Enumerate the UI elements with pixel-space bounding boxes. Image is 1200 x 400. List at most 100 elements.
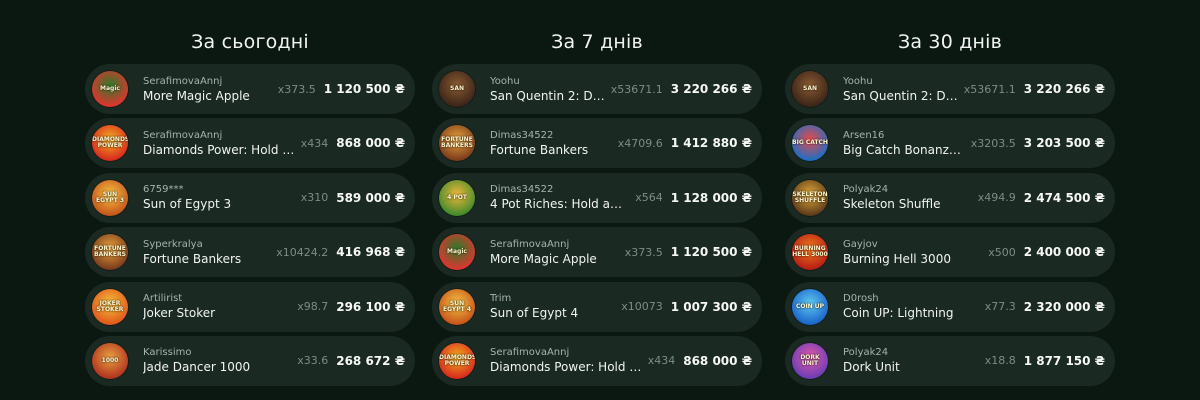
winner-row[interactable]: FORTUNE BANKERS Dimas34522 Fortune Banke… [432, 118, 762, 169]
game-thumbnail-icon[interactable]: DIAMONDS POWER [92, 125, 128, 162]
game-thumbnail-icon[interactable]: SUN EGYPT 3 [92, 179, 128, 216]
win-amount: 268 672 ₴ [336, 353, 405, 368]
game-thumbnail-logo: SUN EGYPT 4 [443, 299, 471, 313]
winner-row[interactable]: DORK UNIT Polyak24 Dork Unit x18.8 1 877… [785, 335, 1115, 386]
game-thumbnail-logo: 4 POT [447, 193, 467, 201]
winner-row[interactable]: COIN UP D0rosh Coin UP: Lightning x77.3 … [785, 281, 1115, 332]
game-thumbnail-icon[interactable]: FORTUNE BANKERS [439, 125, 475, 162]
game-name[interactable]: San Quentin 2: Death Row [490, 88, 605, 104]
winner-info: Artilirist Joker Stoker [143, 292, 291, 321]
winner-row[interactable]: 4 POT Dimas34522 4 Pot Riches: Hold and … [432, 172, 762, 223]
winner-row[interactable]: JOKER STOKER Artilirist Joker Stoker x98… [85, 281, 415, 332]
winner-row[interactable]: SKELETON SHUFFLE Polyak24 Skeleton Shuff… [785, 172, 1115, 223]
win-multiplier: x494.9 [977, 191, 1016, 205]
game-name[interactable]: Joker Stoker [143, 305, 291, 321]
winner-info: Yoohu San Quentin 2: Death Row [843, 75, 958, 104]
win-multiplier: x18.8 [984, 354, 1016, 368]
win-multiplier: x434 [300, 136, 329, 150]
game-thumbnail-icon[interactable]: BIG CATCH [792, 125, 828, 162]
winner-info: Syperkralya Fortune Bankers [143, 238, 270, 267]
column-30-days: За 30 днів SAN Yoohu San Quentin 2: Deat… [785, 0, 1115, 390]
winner-username: 6759*** [143, 184, 184, 196]
winner-row[interactable]: DIAMONDS POWER SerafimovaAnnj Diamonds P… [85, 118, 415, 169]
game-thumbnail-logo: JOKER STOKER [96, 299, 124, 313]
winner-row[interactable]: SAN Yoohu San Quentin 2: Death Row x5367… [785, 64, 1115, 114]
win-multiplier: x310 [300, 191, 329, 205]
winners-list: Magic SerafimovaAnnj More Magic Apple x3… [85, 64, 415, 386]
winner-info: SerafimovaAnnj More Magic Apple [490, 238, 619, 267]
winner-row[interactable]: SAN Yoohu San Quentin 2: Death Row x5367… [432, 64, 762, 114]
game-name[interactable]: San Quentin 2: Death Row [843, 88, 958, 104]
win-multiplier: x33.6 [297, 354, 329, 368]
game-thumbnail-icon[interactable]: SUN EGYPT 4 [439, 288, 475, 325]
winner-row[interactable]: Magic SerafimovaAnnj More Magic Apple x3… [432, 227, 762, 278]
game-name[interactable]: Dork Unit [843, 359, 979, 375]
game-thumbnail-icon[interactable]: SAN [439, 71, 475, 107]
win-multiplier: x373.5 [277, 82, 316, 96]
win-amount: 1 120 500 ₴ [323, 82, 405, 96]
winner-row[interactable]: BIG CATCH Arsen16 Big Catch Bonanza: Per… [785, 118, 1115, 169]
win-amount: 1 007 300 ₴ [670, 299, 752, 314]
game-thumbnail-logo: BURNING HELL 3000 [792, 245, 828, 259]
winner-row[interactable]: Magic SerafimovaAnnj More Magic Apple x3… [85, 64, 415, 114]
win-amount: 3 220 266 ₴ [1023, 82, 1105, 96]
game-thumbnail-icon[interactable]: DORK UNIT [792, 342, 828, 379]
win-multiplier: x373.5 [624, 245, 663, 259]
game-thumbnail-icon[interactable]: COIN UP [792, 288, 828, 325]
game-thumbnail-icon[interactable]: 1000 [92, 342, 128, 379]
winner-row[interactable]: 1000 Karissimo Jade Dancer 1000 x33.6 26… [85, 335, 415, 386]
game-thumbnail-icon[interactable]: BURNING HELL 3000 [792, 234, 828, 271]
winner-username: Trim [490, 293, 512, 305]
win-amount: 868 000 ₴ [336, 136, 405, 151]
winner-username: Gayjov [843, 238, 878, 250]
winner-username: SerafimovaAnnj [143, 129, 223, 141]
win-amount: 868 000 ₴ [683, 353, 752, 368]
column-title: За 7 днів [551, 31, 643, 53]
game-name[interactable]: More Magic Apple [490, 251, 619, 267]
win-multiplier: x53671.1 [963, 82, 1016, 96]
game-thumbnail-logo: BIG CATCH [792, 139, 828, 147]
winner-row[interactable]: SUN EGYPT 3 6759*** Sun of Egypt 3 x310 … [85, 172, 415, 223]
win-multiplier: x10073 [621, 300, 663, 314]
game-name[interactable]: Burning Hell 3000 [843, 251, 982, 267]
game-name[interactable]: Sun of Egypt 4 [490, 305, 615, 321]
game-thumbnail-icon[interactable]: DIAMONDS POWER [439, 342, 475, 379]
game-thumbnail-logo: SAN [450, 85, 464, 92]
game-thumbnail-icon[interactable]: FORTUNE BANKERS [92, 234, 128, 271]
game-thumbnail-logo: DIAMONDS POWER [439, 353, 475, 367]
win-amount: 1 412 880 ₴ [670, 136, 752, 151]
game-thumbnail-icon[interactable]: Magic [92, 71, 128, 107]
winner-info: Arsen16 Big Catch Bonanza: Perfe... [843, 129, 965, 158]
winner-info: SerafimovaAnnj Diamonds Power: Hold and … [143, 129, 295, 158]
game-name[interactable]: Diamonds Power: Hold and Win [490, 359, 642, 375]
game-thumbnail-icon[interactable]: Magic [439, 234, 475, 271]
winner-row[interactable]: BURNING HELL 3000 Gayjov Burning Hell 30… [785, 227, 1115, 278]
winner-info: Gayjov Burning Hell 3000 [843, 238, 982, 267]
game-name[interactable]: Big Catch Bonanza: Perfe... [843, 142, 965, 158]
game-name[interactable]: Fortune Bankers [490, 142, 612, 158]
winner-username: SerafimovaAnnj [490, 347, 570, 359]
game-name[interactable]: Skeleton Shuffle [843, 196, 972, 212]
game-name[interactable]: Jade Dancer 1000 [143, 359, 291, 375]
winner-row[interactable]: DIAMONDS POWER SerafimovaAnnj Diamonds P… [432, 335, 762, 386]
game-name[interactable]: Diamonds Power: Hold and Win [143, 142, 295, 158]
game-thumbnail-icon[interactable]: SKELETON SHUFFLE [792, 179, 828, 216]
game-name[interactable]: 4 Pot Riches: Hold and Win P... [490, 196, 629, 212]
winner-row[interactable]: SUN EGYPT 4 Trim Sun of Egypt 4 x10073 1… [432, 281, 762, 332]
win-multiplier: x77.3 [984, 300, 1016, 314]
win-amount: 1 128 000 ₴ [670, 190, 752, 205]
win-amount: 2 474 500 ₴ [1023, 190, 1105, 205]
game-name[interactable]: More Magic Apple [143, 88, 272, 104]
game-name[interactable]: Sun of Egypt 3 [143, 196, 295, 212]
game-name[interactable]: Fortune Bankers [143, 251, 270, 267]
winner-row[interactable]: FORTUNE BANKERS Syperkralya Fortune Bank… [85, 227, 415, 278]
game-thumbnail-icon[interactable]: 4 POT [439, 179, 475, 216]
game-thumbnail-logo: Magic [447, 248, 467, 256]
game-thumbnail-logo: DORK UNIT [800, 353, 820, 367]
game-name[interactable]: Coin UP: Lightning [843, 305, 979, 321]
game-thumbnail-icon[interactable]: SAN [792, 71, 828, 107]
win-multiplier: x564 [635, 191, 663, 205]
game-thumbnail-icon[interactable]: JOKER STOKER [92, 288, 128, 325]
winner-username: Syperkralya [143, 238, 203, 250]
winner-info: Dimas34522 Fortune Bankers [490, 129, 612, 158]
